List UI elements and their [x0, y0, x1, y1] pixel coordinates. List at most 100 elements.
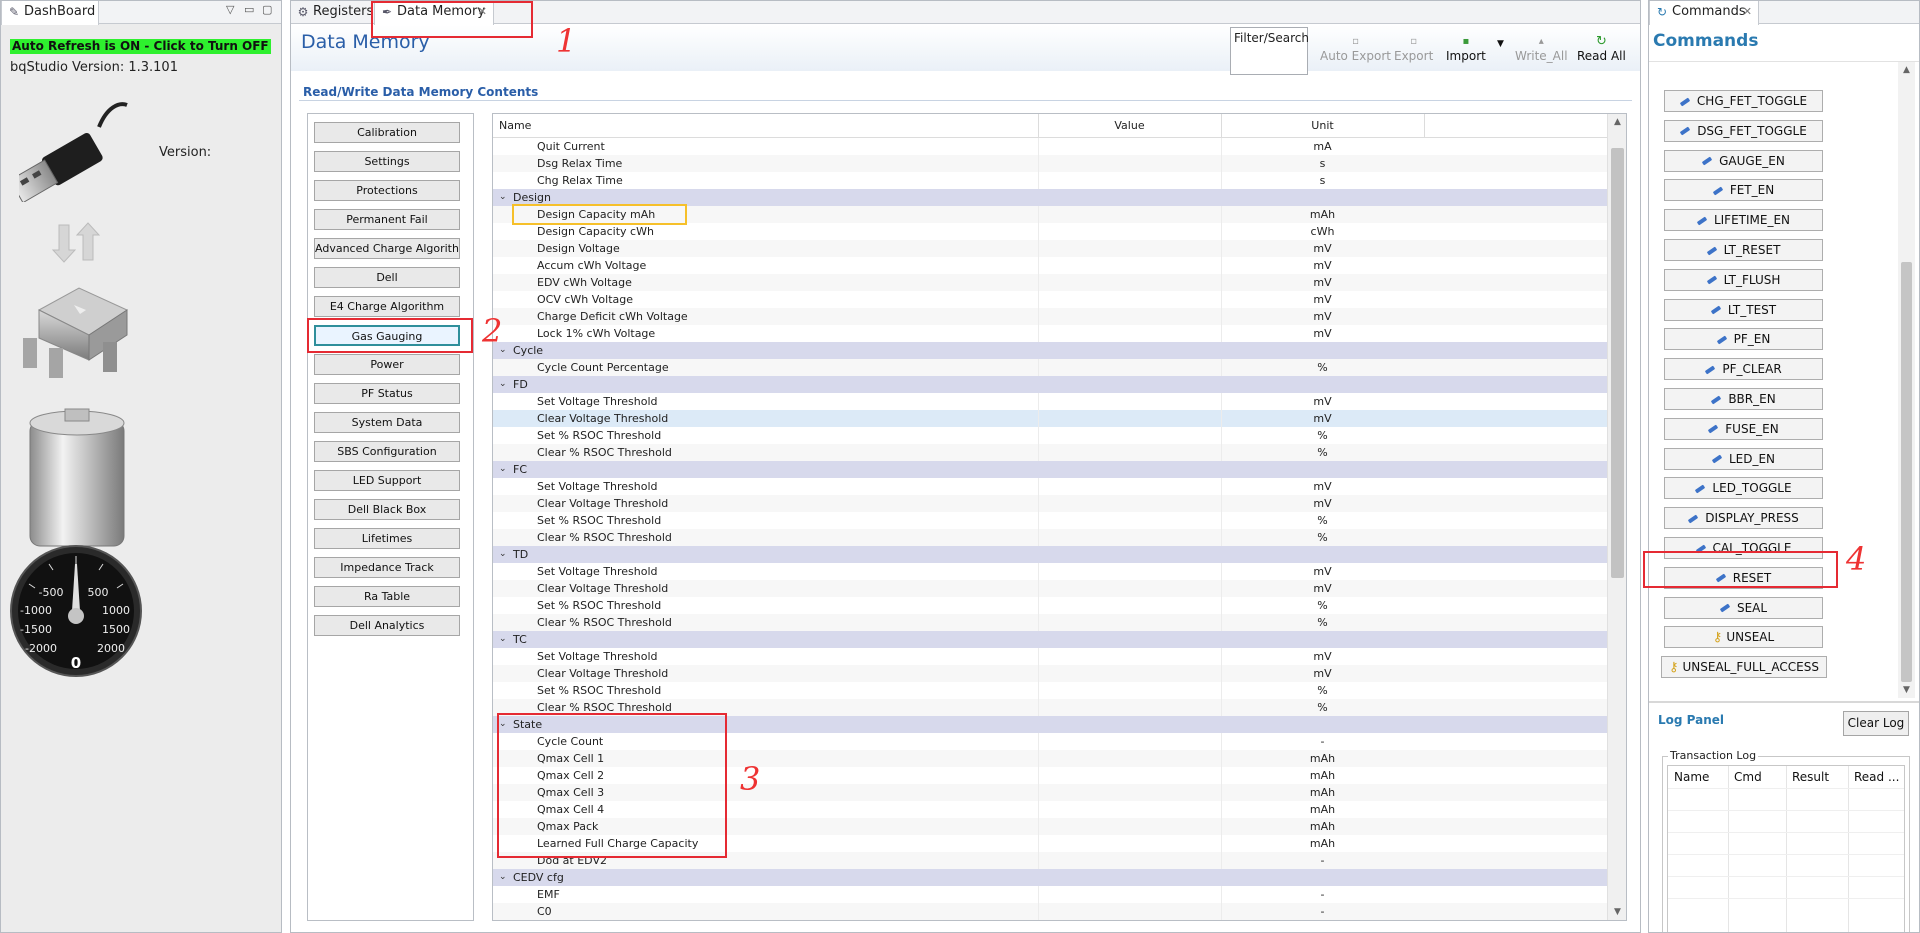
import-dropdown-icon[interactable]: ▼ — [1497, 39, 1504, 49]
value-cell[interactable] — [1038, 495, 1039, 512]
value-cell[interactable] — [1038, 172, 1039, 189]
table-row[interactable]: Charge Deficit cWh Voltage mV — [493, 308, 1607, 325]
group-row[interactable]: ⌄ FC — [493, 461, 1607, 478]
table-row[interactable]: Accum cWh Voltage mV — [493, 257, 1607, 274]
chevron-down-icon[interactable]: ⌄ — [499, 189, 507, 206]
command-button-fuse-en[interactable]: FUSE_EN — [1664, 417, 1823, 440]
table-row[interactable]: Clear Voltage Threshold mV — [493, 580, 1607, 597]
chevron-down-icon[interactable]: ⌄ — [499, 631, 507, 648]
command-button-bbr-en[interactable]: BBR_EN — [1664, 388, 1823, 410]
command-button-display-press[interactable]: DISPLAY_PRESS — [1664, 507, 1823, 530]
table-row[interactable]: Clear Voltage Threshold mV — [493, 665, 1607, 682]
value-cell[interactable] — [1038, 563, 1039, 580]
table-row[interactable]: Clear Voltage Threshold mV — [493, 495, 1607, 512]
group-row[interactable]: ⌄ FD — [493, 376, 1607, 393]
value-cell[interactable] — [1038, 274, 1039, 291]
category-button-settings[interactable]: Settings — [314, 151, 460, 172]
group-row[interactable]: ⌄ Cycle — [493, 342, 1607, 359]
table-row[interactable]: Clear % RSOC Threshold% — [493, 614, 1607, 631]
value-cell[interactable] — [1038, 291, 1039, 308]
category-button-pf-status[interactable]: PF Status — [314, 383, 460, 404]
command-button-lt-test[interactable]: LT_TEST — [1664, 298, 1823, 321]
command-button-dsg-fet-toggle[interactable]: DSG_FET_TOGGLE — [1664, 119, 1823, 142]
table-row[interactable]: Set % RSOC Threshold% — [493, 512, 1607, 529]
table-row[interactable]: Set % RSOC Threshold% — [493, 682, 1607, 699]
value-cell[interactable] — [1038, 614, 1039, 631]
category-button-dell-analytics[interactable]: Dell Analytics — [314, 615, 460, 636]
category-button-power[interactable]: Power — [314, 354, 460, 375]
category-button-lifetimes[interactable]: Lifetimes — [314, 528, 460, 549]
tab-registers[interactable]: ⚙ Registers — [291, 1, 374, 24]
category-button-protections[interactable]: Protections — [314, 180, 460, 201]
table-row[interactable]: Chg Relax Time s — [493, 172, 1607, 189]
scroll-down-icon[interactable]: ▼ — [1898, 682, 1915, 698]
table-row[interactable]: EDV cWh Voltage mV — [493, 274, 1607, 291]
table-row[interactable]: Dsg Relax Time s — [493, 155, 1607, 172]
scroll-up-icon[interactable]: ▲ — [1608, 114, 1626, 130]
write-all-button[interactable]: ▴ Write_All — [1515, 35, 1568, 63]
category-button-permanent-fail[interactable]: Permanent Fail — [314, 209, 460, 230]
table-row[interactable]: Quit Current mA — [493, 138, 1607, 155]
value-cell[interactable] — [1038, 427, 1039, 444]
table-row[interactable]: OCV cWh Voltage mV — [493, 291, 1607, 308]
command-button-fet-en[interactable]: FET_EN — [1664, 179, 1823, 202]
table-row[interactable]: Set Voltage Threshold mV — [493, 648, 1607, 665]
value-cell[interactable] — [1038, 750, 1039, 767]
table-row[interactable]: Design Capacity cWh cWh — [493, 223, 1607, 240]
value-cell[interactable] — [1038, 801, 1039, 818]
log-column-result[interactable]: Result — [1792, 766, 1829, 788]
value-cell[interactable] — [1038, 903, 1039, 920]
command-button-unseal[interactable]: ⚷ UNSEAL — [1664, 626, 1823, 649]
category-button-ra-table[interactable]: Ra Table — [314, 586, 460, 607]
scroll-thumb[interactable] — [1611, 148, 1624, 578]
table-row[interactable]: EMF - — [493, 886, 1607, 903]
category-button-dell[interactable]: Dell — [314, 267, 460, 288]
table-row[interactable]: Set Voltage Threshold mV — [493, 563, 1607, 580]
value-cell[interactable] — [1038, 478, 1039, 495]
value-cell[interactable] — [1038, 410, 1039, 427]
value-cell[interactable] — [1038, 886, 1039, 903]
grid-scrollbar[interactable]: ▲ ▼ — [1607, 114, 1626, 920]
log-column-name[interactable]: Name — [1674, 766, 1709, 788]
category-button-advanced-charge-algorithm[interactable]: Advanced Charge Algorithm — [314, 238, 460, 259]
command-button-gauge-en[interactable]: GAUGE_EN — [1664, 149, 1823, 172]
value-cell[interactable] — [1038, 852, 1039, 869]
command-button-pf-clear[interactable]: PF_CLEAR — [1664, 358, 1823, 381]
minimize-icon[interactable]: ▭ — [244, 3, 254, 16]
clear-log-button[interactable]: Clear Log — [1843, 711, 1909, 736]
command-button-led-toggle[interactable]: LED_TOGGLE — [1664, 477, 1823, 500]
command-button-chg-fet-toggle[interactable]: CHG_FET_TOGGLE — [1664, 90, 1823, 112]
value-cell[interactable] — [1038, 138, 1039, 155]
value-cell[interactable] — [1038, 648, 1039, 665]
category-button-dell-black-box[interactable]: Dell Black Box — [314, 499, 460, 520]
table-row[interactable]: Set Voltage Threshold mV — [493, 478, 1607, 495]
value-cell[interactable] — [1038, 308, 1039, 325]
scroll-down-icon[interactable]: ▼ — [1608, 904, 1626, 920]
value-cell[interactable] — [1038, 818, 1039, 835]
command-button-seal[interactable]: SEAL — [1664, 596, 1823, 619]
table-row[interactable]: Design Voltage mV — [493, 240, 1607, 257]
value-cell[interactable] — [1038, 682, 1039, 699]
group-row[interactable]: ⌄ TD — [493, 546, 1607, 563]
value-cell[interactable] — [1038, 665, 1039, 682]
table-row[interactable]: Clear % RSOC Threshold% — [493, 529, 1607, 546]
import-button[interactable]: ▪ Import — [1446, 35, 1486, 63]
value-cell[interactable] — [1038, 223, 1039, 240]
column-value[interactable]: Value — [1038, 114, 1221, 138]
command-button-pf-en[interactable]: PF_EN — [1664, 328, 1823, 351]
value-cell[interactable] — [1038, 257, 1039, 274]
category-button-calibration[interactable]: Calibration — [314, 122, 460, 143]
table-row[interactable]: Clear Voltage Threshold mV — [493, 410, 1607, 427]
value-cell[interactable] — [1038, 733, 1039, 750]
command-scrollbar[interactable]: ▲ ▼ — [1898, 62, 1915, 698]
table-row[interactable]: Lock 1% cWh Voltage mV — [493, 325, 1607, 342]
table-row[interactable]: Cycle Count Percentage% — [493, 359, 1607, 376]
command-button-lifetime-en[interactable]: LIFETIME_EN — [1664, 209, 1823, 232]
command-button-unseal-full-access[interactable]: ⚷ UNSEAL_FULL_ACCESS — [1661, 656, 1827, 679]
chevron-down-icon[interactable]: ⌄ — [499, 461, 507, 478]
value-cell[interactable] — [1038, 597, 1039, 614]
log-column-cmd[interactable]: Cmd — [1734, 766, 1762, 788]
value-cell[interactable] — [1038, 580, 1039, 597]
value-cell[interactable] — [1038, 784, 1039, 801]
value-cell[interactable] — [1038, 325, 1039, 342]
